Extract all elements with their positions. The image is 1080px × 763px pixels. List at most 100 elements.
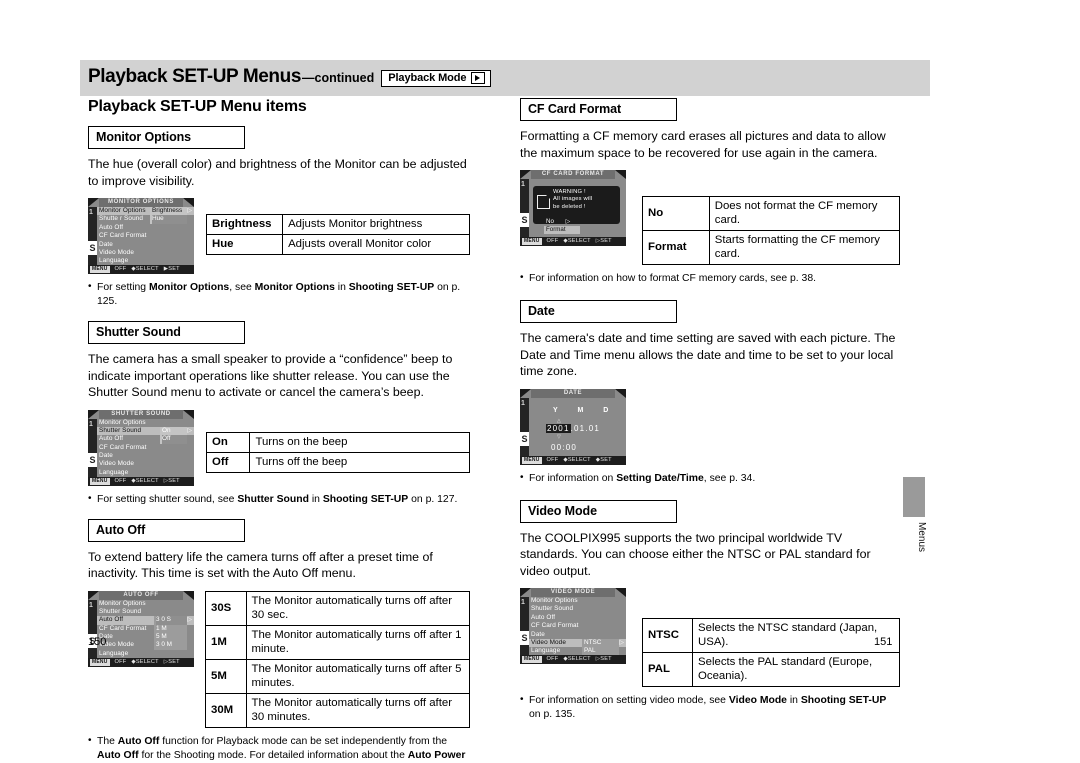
lcd-bottom-bar: MENU OFF ◆SELECT ◆SET — [520, 455, 626, 465]
table-cell-value: Adjusts Monitor brightness — [282, 214, 470, 235]
lcd-bottom-set: ▷SET — [163, 658, 180, 665]
table-cell-value: The Monitor automatically turns off afte… — [245, 590, 471, 626]
date-decrement-icon: ▽ — [557, 433, 561, 440]
lcd-date: DATE 1 S Y M D △ 2001.01.01 ▽ 00:00 MENU… — [520, 388, 626, 465]
lcd-rail-number: 1 — [521, 399, 525, 407]
table-cell-value: Turns off the beep — [249, 451, 470, 473]
lcd-rail-number: 1 — [521, 599, 525, 606]
shutter-sound-heading: Shutter Sound — [88, 321, 245, 344]
table-cell-value: Turns on the beep — [249, 431, 470, 453]
monitor-options-note: For setting Monitor Options, see Monitor… — [88, 280, 470, 309]
cf-card-format-body: Formatting a CF memory card erases all p… — [520, 129, 886, 160]
table-cell-value: Does not format the CF memory card. — [708, 196, 901, 231]
page-header-band: Playback SET-UP Menus —continued Playbac… — [80, 60, 930, 96]
lcd-bottom-select: ◆SELECT — [563, 656, 591, 662]
table-row: Off Turns off the beep — [205, 451, 470, 473]
lcd-rail-number: 1 — [89, 420, 93, 428]
lcd-submenu-option: On — [162, 426, 171, 434]
date-heading: Date — [520, 300, 677, 323]
lcd-menu-item: Monitor Options — [99, 599, 146, 607]
date-body: The camera's date and time setting are s… — [520, 331, 896, 378]
lcd-submenu-option: 3 0 S — [156, 616, 187, 625]
table-row: 1M The Monitor automatically turns off a… — [205, 624, 471, 660]
side-tab-label: Menus — [916, 522, 927, 553]
date-ymd-labels: Y M D — [553, 406, 618, 414]
lcd-menu-item: Shutter Sound — [99, 607, 142, 615]
section-cf-card-format: CF Card Format Formatting a CF memory ca… — [520, 98, 901, 286]
lcd-title: AUTO OFF — [123, 591, 159, 598]
lcd-shutter-sound: SHUTTER SOUND 1 S Monitor Options Shutte… — [88, 409, 194, 486]
lcd-menu-item: Monitor Options — [531, 597, 578, 604]
lcd-right-arrow-icon: ▷ — [565, 218, 571, 225]
lcd-title: CF CARD FORMAT — [541, 171, 605, 177]
table-row: No Does not format the CF memory card. — [642, 196, 901, 231]
page-title: Playback SET-UP Menu items — [88, 98, 307, 115]
cf-card-format-note: For information on how to format CF memo… — [520, 271, 900, 286]
table-cell-value: Starts formatting the CF memory card. — [708, 230, 901, 265]
lcd-menu-item: Video Mode — [99, 460, 134, 468]
lcd-auto-off: AUTO OFF 1 S Monitor Options Shutter Sou… — [88, 590, 194, 667]
date-row: DATE 1 S Y M D △ 2001.01.01 ▽ 00:00 MENU… — [520, 388, 900, 465]
lcd-submenu-option: 5 M — [156, 633, 167, 641]
lcd-menu-chip: MENU — [90, 658, 110, 666]
shutter-sound-body: The camera has a small speaker to provid… — [88, 352, 453, 399]
lcd-submenu-option: Hue — [152, 215, 187, 224]
auto-off-row: AUTO OFF 1 S Monitor Options Shutter Sou… — [88, 590, 471, 728]
lcd-menu-item: Video Mode — [99, 248, 134, 256]
lcd-bottom-set: ◆SET — [595, 456, 612, 463]
lcd-menu-chip: MENU — [522, 238, 542, 245]
table-cell-key: Brightness — [205, 214, 284, 235]
lcd-right-arrow-icon: ▷ — [187, 208, 192, 214]
table-row: 30S The Monitor automatically turns off … — [205, 590, 471, 626]
lcd-title: MONITOR OPTIONS — [108, 199, 174, 205]
auto-off-body: To extend battery life the camera turns … — [88, 549, 433, 581]
lcd-bottom-bar: MENU OFF ◆SELECT ▷SET — [520, 237, 626, 246]
table-cell-key: Off — [205, 451, 251, 473]
lcd-title: DATE — [563, 389, 583, 396]
lcd-right-arrow-icon: ▷ — [619, 640, 624, 646]
table-cell-value: The Monitor automatically turns off afte… — [245, 624, 471, 660]
section-monitor-options: Monitor Options The hue (overall color) … — [88, 126, 470, 309]
table-cell-key: On — [205, 431, 251, 453]
lcd-choice-label: No — [546, 218, 554, 225]
table-cell-key: Hue — [205, 234, 284, 255]
warning-line: All images will — [553, 196, 593, 203]
lcd-submenu-option: 3 0 M — [156, 641, 172, 649]
manual-page: Playback SET-UP Menus —continued Playbac… — [0, 0, 1080, 763]
play-triangle-icon — [471, 72, 486, 84]
table-row: Format Starts formatting the CF memory c… — [642, 230, 901, 265]
lcd-submenu-option: 1 M — [156, 624, 167, 632]
section-shutter-sound: Shutter Sound The camera has a small spe… — [88, 321, 470, 507]
right-column: CF Card Format Formatting a CF memory ca… — [520, 98, 901, 722]
table-cell-value: Adjusts overall Monitor color — [282, 234, 470, 255]
header-continued-label: —continued — [302, 71, 375, 85]
lcd-menu-chip: MENU — [90, 266, 110, 273]
lcd-bottom-off: OFF — [114, 658, 127, 665]
lcd-bottom-set: ▷SET — [163, 477, 180, 484]
lcd-submenu: Brightness Hue — [150, 207, 187, 224]
shutter-sound-table: On Turns on the beep Off Turns off the b… — [205, 431, 470, 473]
table-cell-key: Format — [642, 230, 710, 265]
lcd-menu-item: CF Card Format — [531, 622, 579, 630]
lcd-title: VIDEO MODE — [550, 589, 596, 595]
monitor-options-body: The hue (overall color) and brightness o… — [88, 157, 467, 188]
lcd-rail-setup-icon: S — [520, 431, 529, 446]
table-cell-key: 5M — [205, 658, 247, 694]
lcd-bottom-select: ◆SELECT — [131, 477, 159, 484]
lcd-bottom-bar: MENU OFF ◆SELECT ▷SET — [88, 657, 194, 667]
lcd-submenu: 3 0 S 1 M 5 M 3 0 M — [154, 616, 187, 650]
lcd-bottom-off: OFF — [114, 266, 127, 272]
table-cell-value: The Monitor automatically turns off afte… — [245, 692, 471, 728]
lcd-rail-setup-icon: S — [88, 452, 97, 467]
lcd-rail-setup-icon: S — [520, 631, 529, 645]
header-inner: Playback SET-UP Menus —continued Playbac… — [88, 66, 492, 88]
lcd-title: SHUTTER SOUND — [111, 410, 171, 417]
cf-card-icon — [537, 195, 550, 209]
video-mode-table: NTSC Selects the NTSC standard (Japan, U… — [641, 618, 900, 687]
left-column: Playback SET-UP Menu items Monitor Optio… — [88, 98, 471, 763]
side-tab-block — [903, 477, 925, 517]
lcd-bottom-set: ▷SET — [595, 656, 612, 662]
lcd-menu-chip: MENU — [522, 456, 542, 464]
lcd-submenu: NTSC PAL — [582, 639, 619, 656]
warning-line: WARNING ! — [553, 189, 586, 195]
